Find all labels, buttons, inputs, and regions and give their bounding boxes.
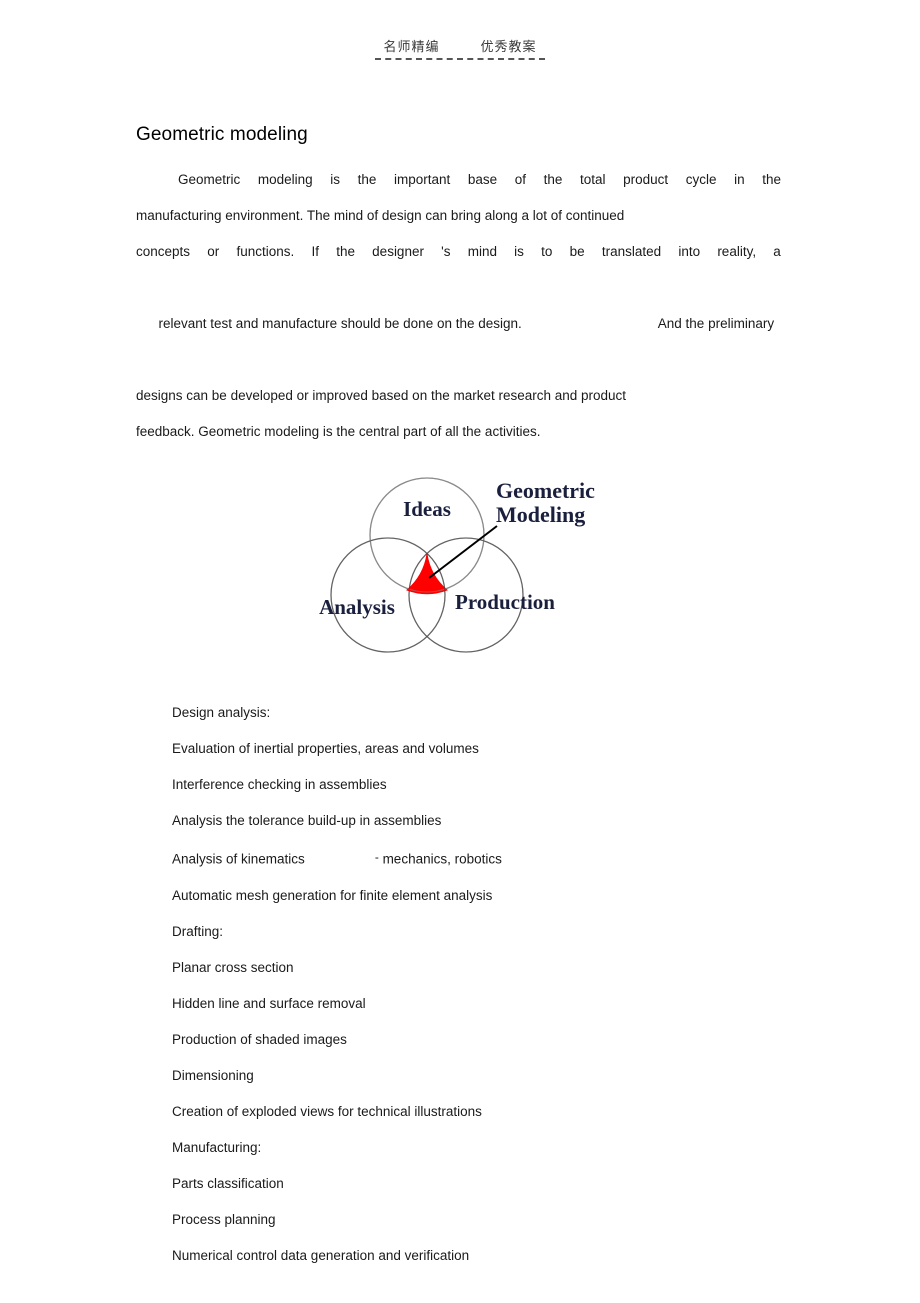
paragraph-line: feedback. Geometric modeling is the cent…	[136, 424, 541, 439]
word: or	[207, 244, 220, 259]
list-item: Planar cross section	[172, 959, 294, 975]
page-header: 名师精编 优秀教案	[0, 36, 920, 60]
list-item: Process planning	[172, 1211, 276, 1227]
word: 's	[441, 244, 451, 259]
word: a	[773, 244, 781, 259]
callout-leader-line	[428, 525, 498, 579]
list-item: Creation of exploded views for technical…	[172, 1103, 482, 1119]
venn-callout-label-line1: Geometric	[496, 478, 595, 503]
word: into	[678, 244, 701, 259]
word: cycle	[685, 172, 717, 187]
list-item: Parts classification	[172, 1175, 284, 1191]
list-item-label: Analysis of kinematics	[172, 851, 305, 867]
word: reality,	[717, 244, 757, 259]
venn-label-production: Production	[455, 590, 555, 614]
list-item: Numerical control data generation and ve…	[172, 1247, 470, 1263]
list-item: Interference checking in assemblies	[172, 777, 387, 792]
list-item-suffix: mechanics, robotics	[378, 851, 502, 867]
word: to	[541, 244, 553, 259]
paragraph-line: designs can be developed or improved bas…	[136, 388, 627, 403]
word: the	[543, 172, 563, 187]
list-item: Production of shaded images	[172, 1031, 347, 1047]
page-header-dashed-rule	[375, 58, 545, 60]
list-item: Drafting:	[172, 923, 224, 939]
page-title: Geometric modeling	[136, 124, 308, 145]
paragraph-line: manufacturing environment. The mind of d…	[136, 208, 625, 223]
word: in	[734, 172, 745, 187]
word: the	[762, 172, 781, 187]
list-item: Design analysis:	[172, 705, 271, 720]
venn-diagram-figure: Ideas Analysis Production Geometric Mode…	[136, 468, 784, 673]
word: functions.	[236, 244, 295, 259]
intro-paragraph: Geometric modeling is the important base…	[136, 162, 784, 450]
word: designer	[372, 244, 424, 259]
word: total	[579, 172, 606, 187]
word: important	[393, 172, 451, 187]
list-item: Evaluation of inertial properties, areas…	[172, 741, 479, 756]
list-item: Manufacturing:	[172, 1139, 262, 1155]
paragraph-line: concepts or functions. If the designer '…	[136, 234, 781, 270]
paragraph-line: Geometric modeling is the important base…	[136, 162, 781, 198]
word: be	[569, 244, 585, 259]
venn-callout-label-line2: Modeling	[496, 502, 585, 527]
list-item: Dimensioning	[172, 1067, 254, 1083]
word: Geometric	[178, 172, 241, 187]
venn-label-analysis: Analysis	[319, 595, 395, 619]
word: of	[514, 172, 526, 187]
word: product	[623, 172, 669, 187]
document-body: Geometric modeling Geometric modeling is…	[136, 122, 784, 1274]
venn-label-ideas: Ideas	[403, 497, 451, 521]
list-item: Hidden line and surface removal	[172, 995, 366, 1011]
word: the	[357, 172, 377, 187]
list-item-kinematics: Analysis of kinematics - mechanics, robot…	[172, 839, 784, 878]
page-header-text: 名师精编 优秀教案	[383, 40, 537, 55]
word: is	[514, 244, 524, 259]
word: is	[330, 172, 341, 187]
paragraph-segment: And the preliminary	[657, 316, 775, 331]
list-item: Automatic mesh generation for finite ele…	[172, 887, 493, 903]
paragraph-line: relevant test and manufacture should be …	[136, 270, 781, 378]
word: concepts	[136, 244, 191, 259]
venn-diagram-svg: Ideas Analysis Production Geometric Mode…	[319, 477, 595, 653]
word: the	[336, 244, 355, 259]
word: base	[467, 172, 498, 187]
word: mind	[467, 244, 497, 259]
capability-list: Design analysis: Evaluation of inertial …	[172, 695, 784, 1274]
list-item: Analysis the tolerance build-up in assem…	[172, 813, 442, 828]
paragraph-segment: relevant test and manufacture should be …	[158, 316, 522, 331]
word: If	[311, 244, 319, 259]
word: modeling	[257, 172, 313, 187]
word: translated	[601, 244, 662, 259]
